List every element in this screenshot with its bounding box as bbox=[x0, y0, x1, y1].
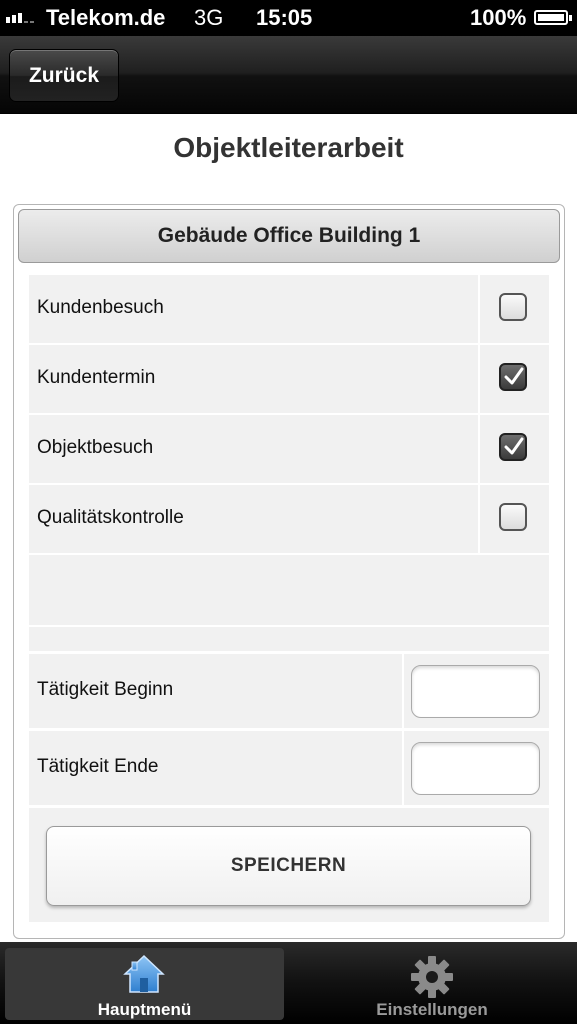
checklist-row-objektbesuch: Objektbesuch bbox=[29, 415, 549, 483]
checklist-label: Kundentermin bbox=[37, 367, 156, 388]
field-label-beginn: Tätigkeit Beginn bbox=[37, 679, 174, 700]
clock: 15:05 bbox=[256, 5, 313, 30]
tab-label: Einstellungen bbox=[376, 1000, 488, 1019]
checkbox-objektbesuch[interactable] bbox=[499, 433, 527, 461]
checkbox-kundenbesuch[interactable] bbox=[499, 293, 527, 321]
navigation-bar: Zurück bbox=[0, 36, 577, 114]
status-bar: Telekom.de 3G 15:05 100% bbox=[0, 0, 577, 36]
checkbox-kundentermin[interactable] bbox=[499, 363, 527, 391]
back-button[interactable]: Zurück bbox=[9, 49, 119, 102]
checklist-row-qualitaetskontrolle: Qualitätskontrolle bbox=[29, 485, 549, 553]
checkmark-icon bbox=[504, 367, 524, 385]
taetigkeit-beginn-input[interactable] bbox=[411, 665, 540, 718]
tab-label: Hauptmenü bbox=[97, 1000, 192, 1019]
checklist-label: Kundenbesuch bbox=[37, 297, 164, 318]
save-button[interactable]: SPEICHERN bbox=[46, 826, 531, 906]
home-icon bbox=[123, 954, 165, 999]
taetigkeit-ende-input[interactable] bbox=[411, 742, 540, 795]
empty-row bbox=[29, 555, 549, 625]
field-row-beginn: Tätigkeit Beginn bbox=[29, 654, 549, 728]
empty-row bbox=[29, 627, 549, 651]
checklist-label: Objektbesuch bbox=[37, 437, 154, 458]
field-label-ende: Tätigkeit Ende bbox=[37, 756, 159, 777]
checkbox-qualitaetskontrolle[interactable] bbox=[499, 503, 527, 531]
checkmark-icon bbox=[504, 437, 524, 455]
signal-strength-icon bbox=[6, 13, 34, 23]
tab-hauptmenue[interactable]: Hauptmenü bbox=[5, 948, 284, 1020]
network-type: 3G bbox=[194, 5, 224, 30]
checklist-label: Qualitätskontrolle bbox=[37, 507, 184, 528]
tab-bar: Hauptmenü Einstellungen bbox=[0, 942, 577, 1024]
checklist-row-kundenbesuch: Kundenbesuch bbox=[29, 275, 549, 343]
carrier-name: Telekom.de bbox=[46, 5, 166, 30]
tab-einstellungen[interactable]: Einstellungen bbox=[292, 948, 572, 1020]
page-title: Objektleiterarbeit bbox=[173, 132, 404, 163]
battery-percentage: 100% bbox=[470, 5, 527, 30]
gear-icon bbox=[409, 954, 455, 1005]
battery-icon bbox=[534, 10, 572, 25]
building-header: Gebäude Office Building 1 bbox=[18, 209, 560, 263]
checklist-row-kundentermin: Kundentermin bbox=[29, 345, 549, 413]
field-row-ende: Tätigkeit Ende bbox=[29, 731, 549, 805]
